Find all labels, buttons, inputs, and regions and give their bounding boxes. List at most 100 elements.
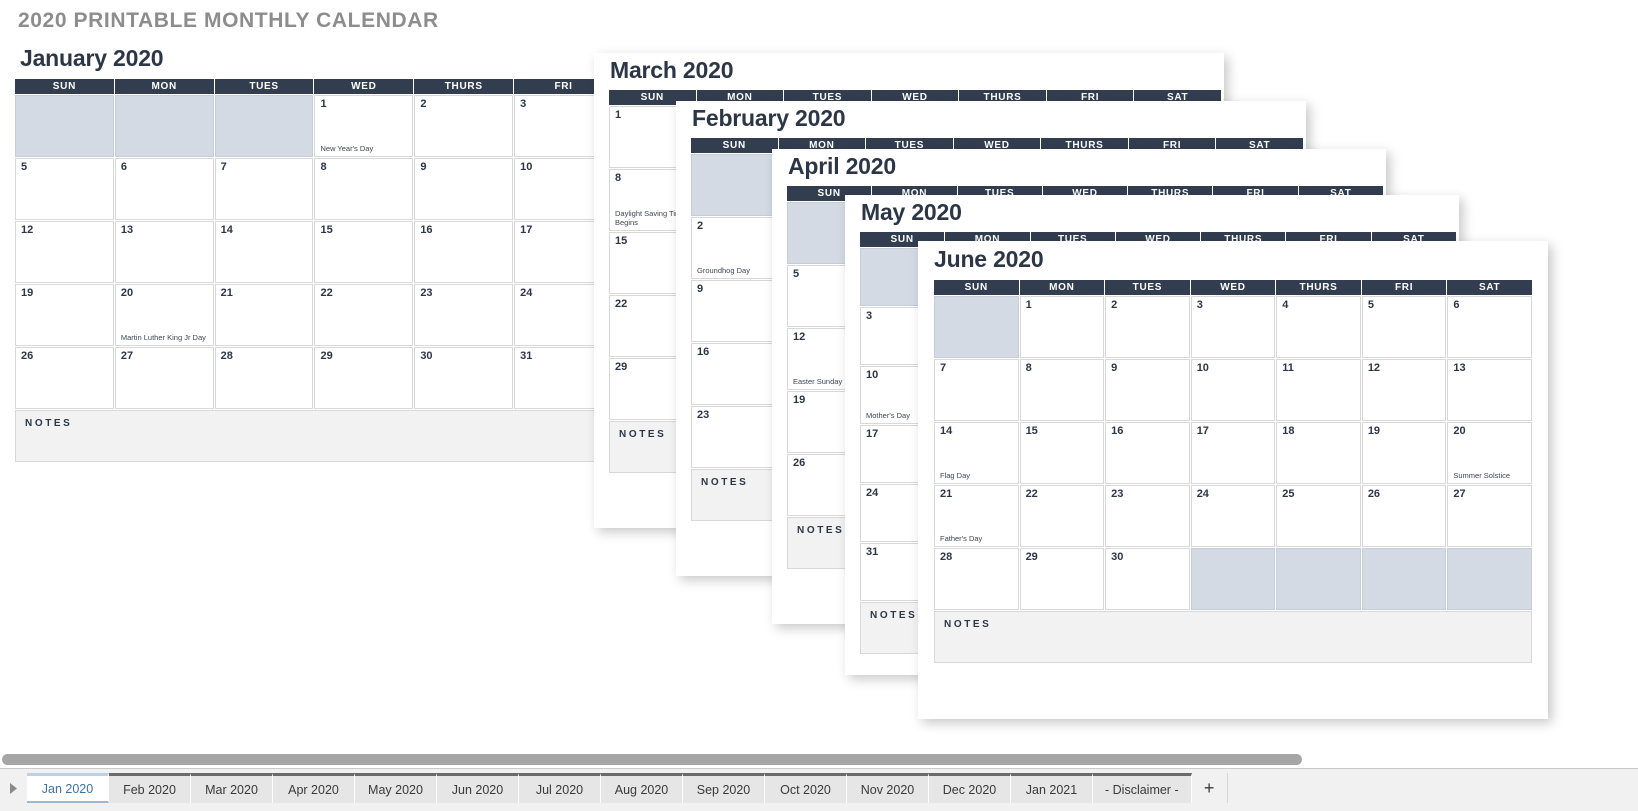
day-cell[interactable]	[1276, 548, 1361, 610]
horizontal-scrollbar[interactable]	[0, 751, 1638, 768]
day-cell[interactable]: 23	[414, 284, 514, 346]
day-cell[interactable]: 29	[314, 347, 414, 409]
day-number: 6	[120, 161, 127, 173]
day-cell[interactable]: 4	[1276, 296, 1361, 358]
holiday-label: Groundhog Day	[697, 265, 750, 275]
day-cell[interactable]: 16	[1105, 422, 1190, 484]
day-cell[interactable]: 9	[414, 158, 514, 220]
day-cell[interactable]	[114, 95, 214, 157]
day-cell[interactable]: 15	[1019, 422, 1105, 484]
day-cell[interactable]: 25	[1276, 485, 1361, 547]
day-number: 20	[1453, 425, 1466, 437]
sheet-tab-disclaimer[interactable]: - Disclaimer -	[1093, 773, 1192, 803]
day-cell[interactable]: 7	[214, 158, 314, 220]
day-cell[interactable]	[691, 154, 778, 216]
day-cell[interactable]: 29	[1019, 548, 1105, 610]
day-cell[interactable]: 2	[414, 95, 514, 157]
horizontal-scrollbar-thumb[interactable]	[2, 754, 1302, 765]
day-number: 25	[1282, 488, 1295, 500]
holiday-label: Summer Solstice	[1453, 470, 1511, 480]
day-cell[interactable]: 27	[1447, 485, 1532, 547]
day-cell[interactable]: 8	[314, 158, 414, 220]
sheet-tab-aug-2020[interactable]: Aug 2020	[601, 773, 683, 803]
day-cell[interactable]: 15	[314, 221, 414, 283]
day-cell[interactable]: 20 Summer Solstice	[1447, 422, 1532, 484]
notes-cell[interactable]: NOTES	[934, 611, 1532, 663]
day-cell[interactable]: 13	[114, 221, 214, 283]
sheet-tab-dec-2020[interactable]: Dec 2020	[929, 773, 1011, 803]
notes-cell[interactable]: NOTES	[15, 410, 613, 462]
sheet-tab-jul-2020[interactable]: Jul 2020	[519, 773, 601, 803]
day-cell[interactable]: 1	[1019, 296, 1105, 358]
day-cell[interactable]: 16	[691, 343, 778, 405]
day-cell[interactable]: 22	[1019, 485, 1105, 547]
day-cell[interactable]: 14	[214, 221, 314, 283]
day-cell[interactable]: 30	[1105, 548, 1190, 610]
day-cell[interactable]: 18	[1276, 422, 1361, 484]
sheet-tab-jan-2020[interactable]: Jan 2020	[27, 773, 109, 803]
day-cell[interactable]: 7	[934, 359, 1019, 421]
day-cell[interactable]: 14 Flag Day	[934, 422, 1019, 484]
day-cell[interactable]	[1190, 548, 1276, 610]
day-number: 30	[420, 350, 433, 362]
day-cell[interactable]: 12	[15, 221, 114, 283]
day-cell[interactable]: 10	[1190, 359, 1276, 421]
calendar-panel-june[interactable]: June 2020 SUN MON TUES WED THURS FRI SAT 1 2 3 4 5 6…	[918, 241, 1548, 719]
day-cell[interactable]: 1 New Year's Day	[314, 95, 414, 157]
sheet-tab-mar-2020[interactable]: Mar 2020	[191, 773, 273, 803]
day-cell[interactable]: 26	[1361, 485, 1447, 547]
day-cell[interactable]: 9	[691, 280, 778, 342]
day-cell[interactable]: 21 Father's Day	[934, 485, 1019, 547]
day-number: 9	[697, 283, 704, 295]
notes-label: NOTES	[944, 619, 992, 630]
day-cell[interactable]: 28	[934, 548, 1019, 610]
day-cell[interactable]	[15, 95, 114, 157]
tab-nav-next-arrow-icon[interactable]	[0, 773, 27, 803]
sheet-tab-jan-2021[interactable]: Jan 2021	[1011, 773, 1093, 803]
sheet-tab-may-2020[interactable]: May 2020	[355, 773, 437, 803]
calendar-panel-january[interactable]: January 2020 SUN MON TUES WED THURS FRI 1 New Y…	[14, 44, 614, 463]
day-cell[interactable]: 6	[114, 158, 214, 220]
day-cell[interactable]: 20 Martin Luther King Jr Day	[114, 284, 214, 346]
day-cell[interactable]: 11	[1276, 359, 1361, 421]
day-cell[interactable]: 23	[1105, 485, 1190, 547]
day-cell[interactable]: 21	[214, 284, 314, 346]
day-cell[interactable]: 28	[214, 347, 314, 409]
add-sheet-button[interactable]: +	[1191, 773, 1228, 803]
day-cell[interactable]: 3	[1190, 296, 1276, 358]
sheet-tab-nov-2020[interactable]: Nov 2020	[847, 773, 929, 803]
day-cell[interactable]: 24	[1190, 485, 1276, 547]
day-cell[interactable]: 19	[15, 284, 114, 346]
day-cell[interactable]: 2 Groundhog Day	[691, 217, 778, 279]
day-cell[interactable]: 22	[314, 284, 414, 346]
sheet-tab-feb-2020[interactable]: Feb 2020	[109, 773, 191, 803]
day-cell[interactable]: 17	[1190, 422, 1276, 484]
day-cell[interactable]: 19	[1361, 422, 1447, 484]
day-cell[interactable]: 5	[15, 158, 114, 220]
sheet-tab-oct-2020[interactable]: Oct 2020	[765, 773, 847, 803]
day-cell[interactable]: 5	[1361, 296, 1447, 358]
day-cell[interactable]	[1361, 548, 1447, 610]
day-cell[interactable]: 23	[691, 406, 778, 468]
panel-title-april: April 2020	[788, 153, 896, 179]
day-cell[interactable]: 30	[414, 347, 514, 409]
sheet-tab-jun-2020[interactable]: Jun 2020	[437, 773, 519, 803]
day-cell[interactable]: 8	[1019, 359, 1105, 421]
day-cell[interactable]	[934, 296, 1019, 358]
sheet-tab-apr-2020[interactable]: Apr 2020	[273, 773, 355, 803]
day-cell[interactable]: 9	[1105, 359, 1190, 421]
notes-row[interactable]: NOTES	[15, 410, 613, 462]
day-cell[interactable]: 2	[1105, 296, 1190, 358]
day-cell[interactable]: 27	[114, 347, 214, 409]
day-number: 27	[120, 350, 134, 362]
day-cell[interactable]: 13	[1447, 359, 1532, 421]
day-cell[interactable]: 26	[15, 347, 114, 409]
day-cell[interactable]	[214, 95, 314, 157]
day-cell[interactable]	[1447, 548, 1532, 610]
day-cell[interactable]: 6	[1447, 296, 1532, 358]
day-number: 28	[940, 551, 953, 563]
sheet-tab-sep-2020[interactable]: Sep 2020	[683, 773, 765, 803]
notes-row[interactable]: NOTES	[934, 611, 1532, 663]
day-cell[interactable]: 16	[414, 221, 514, 283]
day-cell[interactable]: 12	[1361, 359, 1447, 421]
